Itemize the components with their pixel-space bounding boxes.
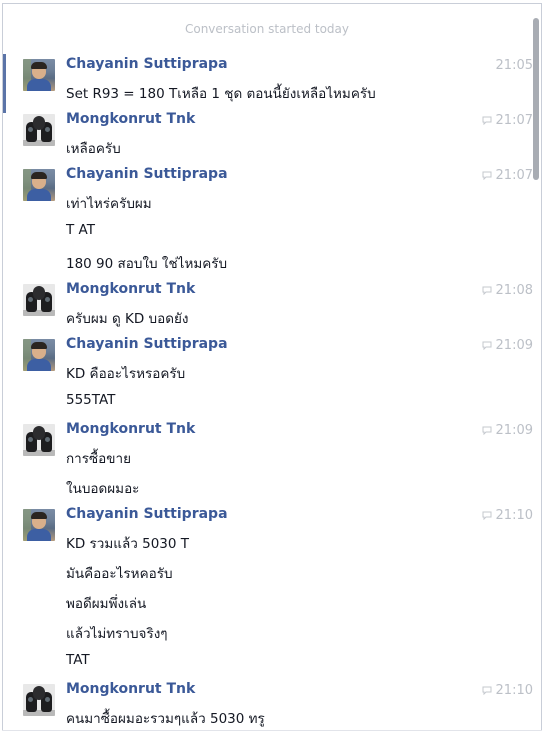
- message-timestamp: 21:07: [482, 168, 533, 183]
- message-text: เท่าไหร่ครับผม: [66, 196, 152, 212]
- sender-name[interactable]: Chayanin Suttiprapa: [66, 56, 228, 72]
- reply-bubble-icon: [482, 116, 492, 125]
- timestamp-text: 21:09: [495, 423, 533, 438]
- message-text: TAT: [66, 652, 90, 668]
- avatar[interactable]: [23, 59, 55, 91]
- avatar[interactable]: [23, 169, 55, 201]
- message-timestamp: 21:07: [482, 113, 533, 128]
- conversation-started-label: Conversation started today: [184, 22, 350, 36]
- message-text: KD รวมแล้ว 5030 T: [66, 536, 190, 552]
- message-text: ครับผม ดู KD บอดยัง: [66, 311, 189, 327]
- sender-name[interactable]: Chayanin Suttiprapa: [66, 336, 228, 352]
- reply-bubble-icon: [482, 426, 492, 435]
- message-text: พอดีผมพึ่งเล่น: [66, 596, 147, 612]
- avatar[interactable]: [23, 284, 55, 316]
- panel-bottom-divider: [2, 730, 542, 731]
- timestamp-text: 21:07: [495, 113, 533, 128]
- message-text: แล้วไม่ทราบจริงๆ: [66, 626, 168, 642]
- message-text: คนมาซื้อผมอะรวมๆแล้ว 5030 ทรู: [66, 711, 265, 727]
- sender-name[interactable]: Mongkonrut Tnk: [66, 281, 195, 297]
- scrollbar-thumb[interactable]: [533, 18, 539, 180]
- message-timestamp: 21:09: [482, 338, 533, 353]
- message-timestamp: 21:10: [482, 683, 533, 698]
- avatar[interactable]: [23, 509, 55, 541]
- timestamp-text: 21:08: [495, 283, 533, 298]
- reply-bubble-icon: [482, 686, 492, 695]
- avatar[interactable]: [23, 114, 55, 146]
- timestamp-text: 21:05: [495, 58, 533, 73]
- message-text: Set R93 = 180 Tเหลือ 1 ชุด ตอนนี้ยังเหลื…: [66, 86, 376, 102]
- sender-name[interactable]: Mongkonrut Tnk: [66, 421, 195, 437]
- avatar[interactable]: [23, 424, 55, 456]
- sender-name[interactable]: Mongkonrut Tnk: [66, 111, 195, 127]
- sender-name[interactable]: Mongkonrut Tnk: [66, 681, 195, 697]
- timestamp-text: 21:09: [495, 338, 533, 353]
- sender-name[interactable]: Chayanin Suttiprapa: [66, 506, 228, 522]
- timestamp-text: 21:07: [495, 168, 533, 183]
- message-timestamp: 21:08: [482, 283, 533, 298]
- sender-name[interactable]: Chayanin Suttiprapa: [66, 166, 228, 182]
- message-text: KD คืออะไรหรอครับ: [66, 366, 186, 382]
- message-text: เหลือครับ: [66, 141, 121, 157]
- message-text: 555TAT: [66, 392, 116, 408]
- avatar[interactable]: [23, 684, 55, 716]
- message-text: การซื้อขาย: [66, 451, 131, 467]
- message-timestamp: 21:09: [482, 423, 533, 438]
- message-text: มันคืออะไรหคอรับ: [66, 566, 173, 582]
- chat-conversation-panel: Conversation started today Chayanin Sutt…: [2, 3, 542, 731]
- timestamp-text: 21:10: [495, 683, 533, 698]
- reply-bubble-icon: [482, 286, 492, 295]
- avatar[interactable]: [23, 339, 55, 371]
- message-text: 180 90 สอบใบ ใช่ไหมครับ: [66, 256, 228, 272]
- message-text: ในบอดผมอะ: [66, 481, 140, 497]
- timestamp-text: 21:10: [495, 508, 533, 523]
- message-timestamp: 21:05: [496, 58, 533, 73]
- reply-bubble-icon: [482, 511, 492, 520]
- reply-bubble-icon: [482, 341, 492, 350]
- unread-indicator: [3, 54, 6, 113]
- reply-bubble-icon: [482, 171, 492, 180]
- message-timestamp: 21:10: [482, 508, 533, 523]
- message-text: T AT: [66, 222, 95, 238]
